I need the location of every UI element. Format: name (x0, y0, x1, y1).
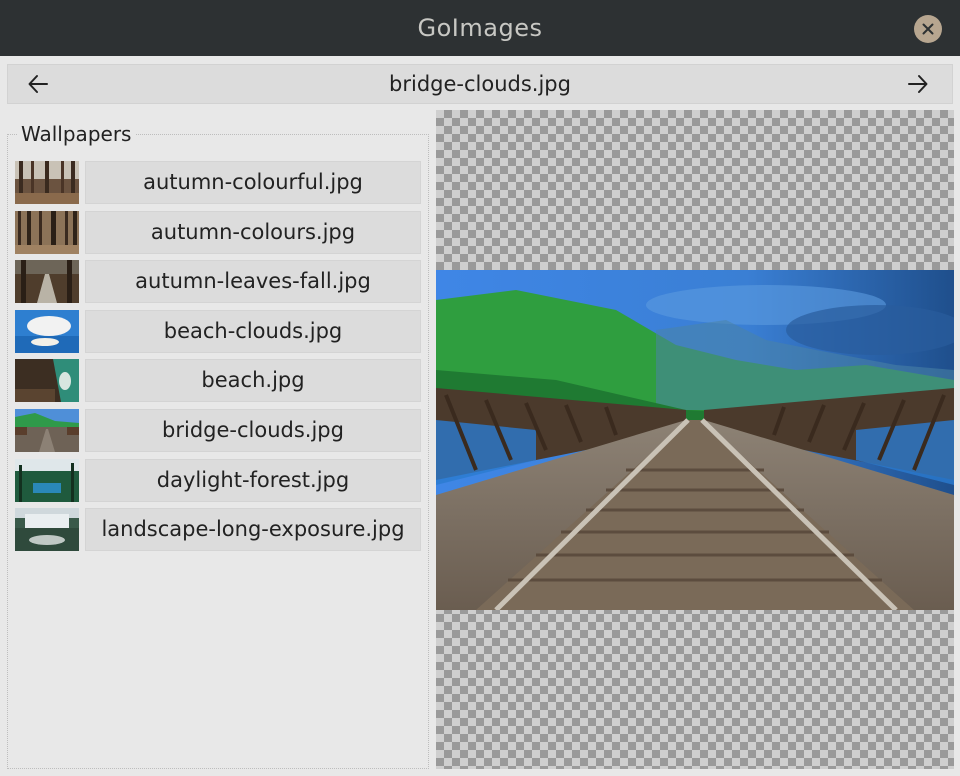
window-title: GoImages (417, 14, 543, 42)
file-button-beach[interactable]: beach.jpg (85, 359, 421, 403)
thumbnail-beach[interactable] (15, 359, 79, 403)
file-button-bridge-clouds[interactable]: bridge-clouds.jpg (85, 408, 421, 452)
thumbnail-beach-clouds[interactable] (15, 309, 79, 353)
arrow-right-icon (908, 75, 928, 93)
file-button-autumn-colours[interactable]: autumn-colours.jpg (85, 210, 421, 254)
list-item: daylight-forest.jpg (15, 458, 421, 502)
file-button-beach-clouds[interactable]: beach-clouds.jpg (85, 309, 421, 353)
list-item: landscape-long-exposure.jpg (15, 508, 421, 552)
list-item: autumn-leaves-fall.jpg (15, 260, 421, 304)
list-item: beach-clouds.jpg (15, 309, 421, 353)
arrow-left-icon (28, 75, 48, 93)
title-bar: GoImages (0, 0, 960, 56)
thumbnail-bridge-clouds[interactable] (15, 408, 79, 452)
thumbnail-daylight-forest[interactable] (15, 458, 79, 502)
image-viewer (436, 110, 954, 769)
image-preview (436, 270, 954, 610)
previous-button[interactable] (16, 65, 60, 103)
file-button-autumn-leaves-fall[interactable]: autumn-leaves-fall.jpg (85, 260, 421, 304)
list-item: beach.jpg (15, 359, 421, 403)
thumbnail-autumn-colourful[interactable] (15, 161, 79, 204)
navigation-bar: bridge-clouds.jpg (7, 64, 953, 104)
list-item: autumn-colours.jpg (15, 210, 421, 254)
thumbnail-autumn-colours[interactable] (15, 210, 79, 254)
list-item: bridge-clouds.jpg (15, 408, 421, 452)
close-button[interactable] (914, 15, 942, 43)
thumbnail-autumn-leaves-fall[interactable] (15, 260, 79, 304)
wallpaper-list: autumn-colourful.jpg autumn-colours.jpg (15, 161, 421, 558)
file-button-landscape-long-exposure[interactable]: landscape-long-exposure.jpg (85, 508, 421, 552)
current-file-name: bridge-clouds.jpg (389, 72, 571, 96)
close-icon (922, 23, 934, 35)
next-button[interactable] (896, 65, 940, 103)
list-item: autumn-colourful.jpg (15, 161, 421, 204)
thumbnail-landscape-long-exposure[interactable] (15, 508, 79, 552)
file-button-autumn-colourful[interactable]: autumn-colourful.jpg (85, 161, 421, 204)
file-button-daylight-forest[interactable]: daylight-forest.jpg (85, 458, 421, 502)
wallpapers-group-title: Wallpapers (17, 121, 136, 147)
